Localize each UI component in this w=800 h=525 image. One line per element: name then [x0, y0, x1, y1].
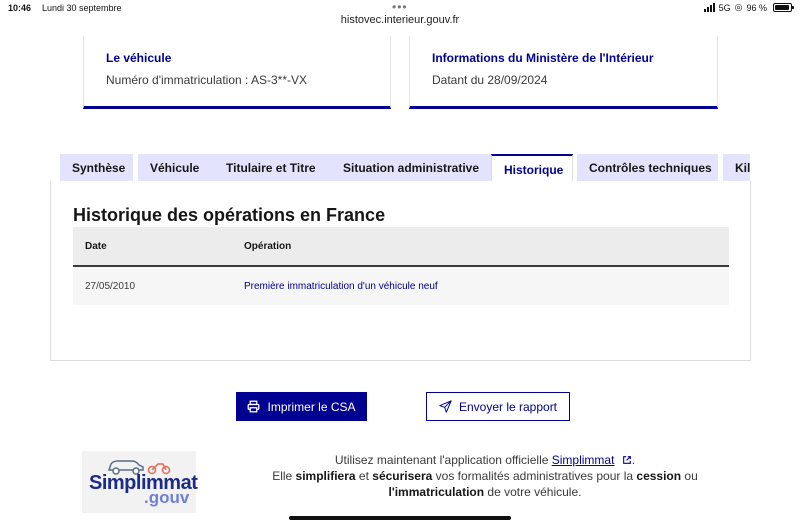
print-csa-button[interactable]: Imprimer le CSA [236, 392, 367, 421]
promo-bold: simplifiera [295, 469, 356, 483]
history-title: Historique des opérations en France [73, 205, 386, 225]
battery-percent: 96 % [746, 2, 767, 13]
home-indicator[interactable] [289, 516, 511, 520]
promo-text: Elle [272, 469, 296, 483]
history-panel: Historique des opérations en France Date… [50, 181, 751, 361]
promo-line-2: Elle simplifiera et sécurisera vos forma… [230, 468, 740, 484]
battery-icon [773, 3, 794, 12]
promo-text: et [355, 469, 373, 483]
promo-text: vos formalités administratives pour la [432, 469, 637, 483]
address-bar[interactable]: histovec.interieur.gouv.fr [0, 14, 800, 26]
registration-number: Numéro d'immatriculation : AS-3**-VX [106, 73, 308, 87]
promo-bold: l'immatriculation [388, 485, 485, 499]
send-report-label: Envoyer le rapport [458, 399, 558, 414]
more-dots-icon[interactable]: ••• [392, 0, 408, 14]
status-time: 10:46 [8, 3, 32, 13]
simplimmat-promo: Utilisez maintenant l'application offici… [230, 452, 740, 500]
tab-historique[interactable]: Historique [491, 154, 573, 182]
promo-text: . [631, 453, 636, 467]
tab-bar: Synthèse Véhicule Titulaire et Titre Sit… [60, 154, 750, 182]
operation-label[interactable]: Première immatriculation d'un véhicule n… [244, 267, 438, 305]
ministry-card-title: Informations du Ministère de l'Intérieur [432, 51, 654, 65]
simplimmat-logo[interactable]: Simplimmat .gouv [82, 451, 198, 513]
column-date: Date [85, 240, 107, 252]
external-link-icon [622, 456, 631, 464]
status-indicators: 5G ◎ 96 % [703, 2, 794, 13]
promo-line-1: Utilisez maintenant l'application offici… [230, 452, 740, 468]
tab-controles[interactable]: Contrôles techniques [577, 154, 718, 182]
history-table: Date Opération 27/05/2010 Première immat… [73, 227, 729, 305]
promo-bold: sécurisera [372, 469, 433, 483]
printer-icon [248, 400, 260, 413]
column-operation: Opération [244, 240, 292, 252]
data-date: Datant du 28/09/2024 [432, 73, 548, 87]
send-icon [439, 400, 452, 413]
promo-text: Utilisez maintenant l'application offici… [334, 453, 552, 467]
print-csa-label: Imprimer le CSA [267, 399, 356, 414]
tab-kilometrage[interactable]: Kilométrage [723, 154, 750, 182]
promo-text: ou [681, 469, 698, 483]
network-type: 5G [718, 2, 731, 13]
cell-signal-icon [703, 3, 715, 12]
table-row: 27/05/2010 Première immatriculation d'un… [73, 267, 729, 305]
operation-date: 27/05/2010 [85, 280, 136, 292]
send-report-button[interactable]: Envoyer le rapport [426, 392, 570, 421]
status-date: Lundi 30 septembre [42, 3, 122, 13]
promo-bold: cession [636, 469, 682, 483]
promo-line-3: l'immatriculation de votre véhicule. [230, 484, 740, 500]
tab-synthese[interactable]: Synthèse [60, 154, 133, 182]
logo-text-gouv: .gouv [144, 488, 190, 507]
location-icon: ◎ [734, 2, 743, 12]
vehicle-card-title: Le véhicule [106, 51, 172, 65]
promo-text: de votre véhicule. [484, 485, 582, 499]
ministry-card: Informations du Ministère de l'Intérieur… [409, 36, 718, 109]
vehicle-card: Le véhicule Numéro d'immatriculation : A… [83, 36, 391, 109]
table-header: Date Opération [73, 227, 729, 267]
simplimmat-link[interactable]: Simplimmat [552, 453, 615, 467]
